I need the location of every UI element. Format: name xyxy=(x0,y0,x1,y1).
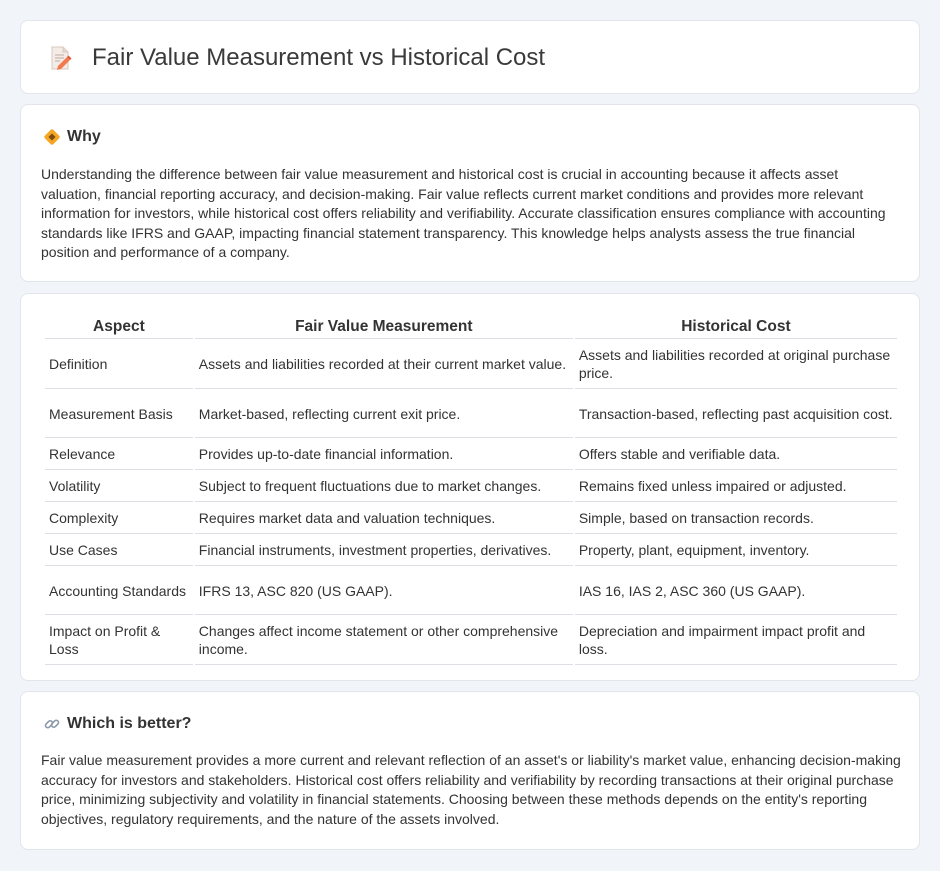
historical-cost-cell: Simple, based on transaction records. xyxy=(574,502,897,534)
table-row: Definition Assets and liabilities record… xyxy=(45,339,897,389)
historical-cost-cell: Depreciation and impairment impact profi… xyxy=(574,615,897,665)
comparison-section: Aspect Fair Value Measurement Historical… xyxy=(20,293,920,681)
table-header-row: Aspect Fair Value Measurement Historical… xyxy=(45,316,897,339)
table-row: Complexity Requires market data and valu… xyxy=(45,502,897,534)
comparison-table: Aspect Fair Value Measurement Historical… xyxy=(43,316,899,665)
fair-value-cell: Changes affect income statement or other… xyxy=(194,615,573,665)
historical-cost-cell: IAS 16, IAS 2, ASC 360 (US GAAP). xyxy=(574,566,897,615)
document-pencil-icon xyxy=(47,45,73,71)
better-heading-row: Which is better? xyxy=(43,714,191,734)
table-row: Impact on Profit & Loss Changes affect i… xyxy=(45,615,897,665)
historical-cost-cell: Remains fixed unless impaired or adjuste… xyxy=(574,470,897,502)
fair-value-cell: Provides up-to-date financial informatio… xyxy=(194,438,573,470)
aspect-cell: Relevance xyxy=(45,438,193,470)
table-row: Volatility Subject to frequent fluctuati… xyxy=(45,470,897,502)
better-text: Fair value measurement provides a more c… xyxy=(41,752,901,827)
historical-cost-cell: Property, plant, equipment, inventory. xyxy=(574,534,897,566)
historical-cost-cell: Assets and liabilities recorded at origi… xyxy=(574,339,897,389)
column-header-fair-value: Fair Value Measurement xyxy=(194,316,573,339)
aspect-cell: Use Cases xyxy=(45,534,193,566)
aspect-cell: Volatility xyxy=(45,470,193,502)
fair-value-cell: IFRS 13, ASC 820 (US GAAP). xyxy=(194,566,573,615)
aspect-cell: Measurement Basis xyxy=(45,389,193,438)
historical-cost-cell: Transaction-based, reflecting past acqui… xyxy=(574,389,897,438)
column-header-aspect: Aspect xyxy=(45,316,193,339)
why-text: Understanding the difference between fai… xyxy=(41,166,886,260)
table-row: Use Cases Financial instruments, investm… xyxy=(45,534,897,566)
fair-value-cell: Financial instruments, investment proper… xyxy=(194,534,573,566)
aspect-cell: Definition xyxy=(45,339,193,389)
page-title: Fair Value Measurement vs Historical Cos… xyxy=(92,44,546,71)
fair-value-cell: Assets and liabilities recorded at their… xyxy=(194,339,573,389)
link-icon xyxy=(43,715,61,733)
historical-cost-cell: Offers stable and verifiable data. xyxy=(574,438,897,470)
why-heading: Why xyxy=(67,128,101,145)
header-card: Fair Value Measurement vs Historical Cos… xyxy=(20,20,920,94)
aspect-cell: Impact on Profit & Loss xyxy=(45,615,193,665)
fair-value-cell: Subject to frequent fluctuations due to … xyxy=(194,470,573,502)
table-row: Relevance Provides up-to-date financial … xyxy=(45,438,897,470)
better-heading: Which is better? xyxy=(67,715,192,732)
aspect-cell: Accounting Standards xyxy=(45,566,193,615)
why-section: Why Understanding the difference between… xyxy=(20,104,920,282)
aspect-cell: Complexity xyxy=(45,502,193,534)
fair-value-cell: Market-based, reflecting current exit pr… xyxy=(194,389,573,438)
diamond-sign-icon xyxy=(43,128,61,146)
column-header-historical-cost: Historical Cost xyxy=(574,316,897,339)
table-row: Accounting Standards IFRS 13, ASC 820 (U… xyxy=(45,566,897,615)
why-heading-row: Why xyxy=(43,127,101,147)
fair-value-cell: Requires market data and valuation techn… xyxy=(194,502,573,534)
which-is-better-section: Which is better? Fair value measurement … xyxy=(20,691,920,850)
table-row: Measurement Basis Market-based, reflecti… xyxy=(45,389,897,438)
